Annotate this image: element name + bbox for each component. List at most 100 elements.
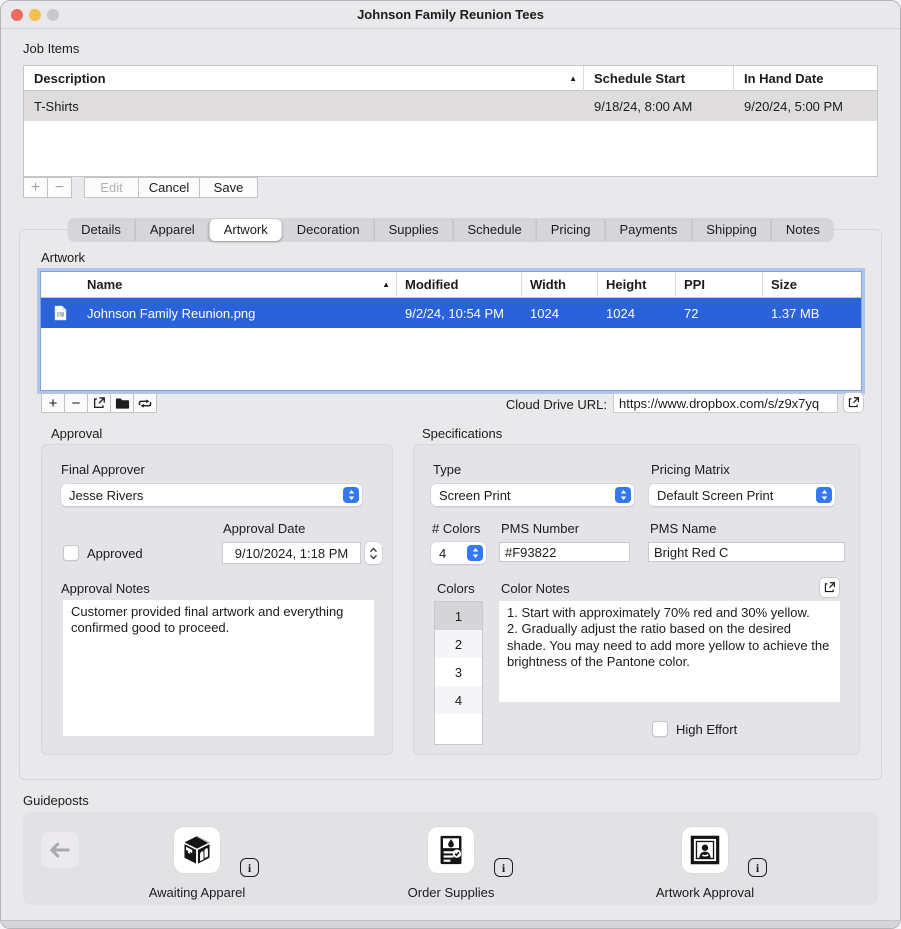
- approval-notes-textarea[interactable]: Customer provided final artwork and ever…: [63, 600, 374, 736]
- chevron-up-down-icon: [467, 545, 483, 561]
- tab-pricing[interactable]: Pricing: [536, 219, 605, 241]
- job-schedule-start-cell: 9/18/24, 8:00 AM: [584, 99, 734, 114]
- tab-schedule[interactable]: Schedule: [453, 219, 536, 241]
- high-effort-checkbox-label: High Effort: [676, 722, 737, 737]
- job-description-cell: T-Shirts: [24, 99, 584, 114]
- add-job-item-button[interactable]: +: [23, 177, 48, 198]
- artwork-section-label: Artwork: [41, 250, 85, 265]
- specifications-section-label: Specifications: [422, 426, 502, 441]
- artwork-toolbar: + −: [41, 393, 157, 413]
- info-icon: i: [756, 862, 759, 874]
- artwork-modified-cell: 9/2/24, 10:54 PM: [397, 306, 522, 321]
- column-header-schedule-start[interactable]: Schedule Start: [584, 66, 734, 91]
- list-item[interactable]: 1: [435, 602, 482, 630]
- pms-number-input[interactable]: [499, 542, 630, 562]
- app-window: Johnson Family Reunion Tees Job Items De…: [0, 0, 901, 929]
- guidepost-label-order-supplies: Order Supplies: [351, 885, 551, 900]
- guidepost-artwork-approval-button[interactable]: [682, 827, 728, 873]
- colors-list: 1 2 3 4: [434, 601, 483, 745]
- job-items-table: Description ▲ Schedule Start In Hand Dat…: [23, 65, 878, 177]
- arrow-left-icon: [49, 842, 71, 858]
- title-bar: Johnson Family Reunion Tees: [1, 1, 900, 29]
- approval-date-label: Approval Date: [223, 521, 305, 536]
- approval-notes-label: Approval Notes: [61, 581, 150, 596]
- type-label: Type: [433, 462, 461, 477]
- open-color-notes-button[interactable]: [819, 577, 840, 598]
- tab-bar: Details Apparel Artwork Decoration Suppl…: [67, 218, 834, 242]
- artwork-name-cell: Johnson Family Reunion.png: [79, 306, 397, 321]
- export-artwork-button[interactable]: [87, 393, 111, 413]
- remove-artwork-button[interactable]: −: [64, 393, 88, 413]
- artwork-approval-info-button[interactable]: i: [748, 858, 767, 877]
- num-colors-popup[interactable]: 4: [431, 542, 486, 564]
- guidepost-awaiting-apparel-button[interactable]: [174, 827, 220, 873]
- order-supplies-info-button[interactable]: i: [494, 858, 513, 877]
- tab-shipping[interactable]: Shipping: [691, 219, 771, 241]
- sort-ascending-icon: ▲: [382, 272, 390, 298]
- column-header-description[interactable]: Description ▲: [24, 66, 584, 91]
- column-header-height[interactable]: Height: [598, 272, 676, 298]
- folder-icon: [115, 397, 130, 410]
- job-in-hand-date-cell: 9/20/24, 5:00 PM: [734, 99, 877, 114]
- tab-apparel[interactable]: Apparel: [135, 219, 209, 241]
- column-header-modified[interactable]: Modified: [397, 272, 522, 298]
- cloud-drive-url-label: Cloud Drive URL:: [451, 397, 607, 412]
- list-item[interactable]: 4: [435, 686, 482, 714]
- approval-section-label: Approval: [51, 426, 102, 441]
- type-popup[interactable]: Screen Print: [431, 484, 634, 506]
- browse-folder-button[interactable]: [110, 393, 134, 413]
- list-item[interactable]: 3: [435, 658, 482, 686]
- tab-notes[interactable]: Notes: [771, 219, 834, 241]
- artwork-table-header: Name ▲ Modified Width Height PPI Size: [41, 272, 861, 298]
- approved-checkbox[interactable]: [63, 545, 79, 561]
- save-button[interactable]: Save: [199, 177, 258, 198]
- add-artwork-button[interactable]: +: [41, 393, 65, 413]
- artwork-height-cell: 1024: [598, 306, 676, 321]
- artwork-width-cell: 1024: [522, 306, 598, 321]
- tab-payments[interactable]: Payments: [604, 219, 691, 241]
- approved-checkbox-label: Approved: [87, 546, 143, 561]
- column-header-size[interactable]: Size: [763, 272, 861, 298]
- external-link-icon: [847, 396, 860, 409]
- tab-supplies[interactable]: Supplies: [374, 219, 453, 241]
- approval-date-stepper[interactable]: [365, 542, 382, 564]
- final-approver-label: Final Approver: [61, 462, 145, 477]
- cloud-drive-url-input[interactable]: [613, 393, 838, 413]
- framed-portrait-icon: [689, 834, 721, 866]
- info-icon: i: [502, 862, 505, 874]
- table-row[interactable]: Johnson Family Reunion.png 9/2/24, 10:54…: [41, 298, 861, 328]
- guidepost-back-button[interactable]: [41, 832, 79, 868]
- guidepost-label-awaiting-apparel: Awaiting Apparel: [97, 885, 297, 900]
- list-item[interactable]: 2: [435, 630, 482, 658]
- tab-decoration[interactable]: Decoration: [282, 219, 374, 241]
- job-items-toolbar: + − Edit Cancel Save: [23, 177, 258, 198]
- column-header-in-hand-date[interactable]: In Hand Date: [734, 66, 877, 91]
- color-notes-textarea[interactable]: 1. Start with approximately 70% red and …: [499, 601, 840, 702]
- pms-name-label: PMS Name: [650, 521, 716, 536]
- guidepost-label-artwork-approval: Artwork Approval: [605, 885, 805, 900]
- chevron-up-down-icon: [343, 487, 359, 503]
- table-row[interactable]: T-Shirts 9/18/24, 8:00 AM 9/20/24, 5:00 …: [24, 91, 877, 121]
- column-header-width[interactable]: Width: [522, 272, 598, 298]
- refresh-artwork-button[interactable]: [133, 393, 157, 413]
- awaiting-apparel-info-button[interactable]: i: [240, 858, 259, 877]
- pricing-matrix-popup[interactable]: Default Screen Print: [649, 484, 835, 506]
- high-effort-checkbox[interactable]: [652, 721, 668, 737]
- column-header-name[interactable]: Name ▲: [79, 272, 397, 298]
- job-items-table-header: Description ▲ Schedule Start In Hand Dat…: [24, 66, 877, 91]
- remove-job-item-button[interactable]: −: [47, 177, 72, 198]
- pms-name-input[interactable]: [648, 542, 845, 562]
- edit-button[interactable]: Edit: [84, 177, 139, 198]
- column-header-ppi[interactable]: PPI: [676, 272, 763, 298]
- guidepost-order-supplies-button[interactable]: [428, 827, 474, 873]
- open-cloud-url-button[interactable]: [843, 392, 864, 413]
- color-notes-label: Color Notes: [501, 581, 570, 596]
- artwork-size-cell: 1.37 MB: [763, 306, 861, 321]
- cancel-button[interactable]: Cancel: [138, 177, 200, 198]
- info-icon: i: [248, 862, 251, 874]
- tab-artwork[interactable]: Artwork: [209, 219, 282, 241]
- final-approver-popup[interactable]: Jesse Rivers: [61, 484, 362, 506]
- approval-date-field[interactable]: 9/10/2024, 1:18 PM: [222, 542, 361, 564]
- tab-details[interactable]: Details: [67, 219, 135, 241]
- chevron-up-icon: [369, 547, 378, 553]
